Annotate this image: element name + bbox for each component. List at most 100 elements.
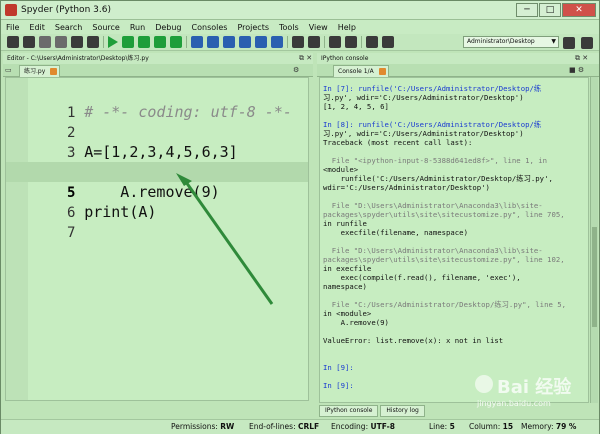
- console-line: namespace): [323, 282, 367, 291]
- status-bar: Permissions: RW End-of-lines: CRLF Encod…: [1, 419, 599, 434]
- step-return-icon[interactable]: [239, 36, 251, 48]
- preferences-wrench-icon[interactable]: [329, 36, 341, 48]
- save-all-icon[interactable]: [55, 36, 67, 48]
- menu-bar: File Edit Search Source Run Debug Consol…: [1, 20, 599, 34]
- up-arrow-icon[interactable]: [581, 37, 593, 49]
- toolbar-separator: [361, 36, 362, 48]
- window-title: Spyder (Python 3.6): [21, 5, 111, 15]
- step-into-icon[interactable]: [223, 36, 235, 48]
- console-line: execfile(filename, namespace): [323, 228, 468, 237]
- menu-projects[interactable]: Projects: [232, 23, 274, 32]
- list-icon[interactable]: [71, 36, 83, 48]
- ipython-console[interactable]: In [7]: runfile('C:/Users/Administrator/…: [319, 77, 589, 403]
- menu-search[interactable]: Search: [50, 23, 87, 32]
- menu-debug[interactable]: Debug: [150, 23, 186, 32]
- stop-debug-icon[interactable]: [271, 36, 283, 48]
- pane-options-icon[interactable]: ⧉ ✕: [299, 54, 312, 63]
- console-line: exec(compile(f.read(), filename, 'exec')…: [323, 273, 521, 282]
- working-directory-combobox[interactable]: Administrator\Desktop ▼: [463, 36, 559, 48]
- console-line: In [9]:: [323, 363, 354, 372]
- debug-icon[interactable]: [191, 36, 203, 48]
- editor-panel-title: Editor - C:\Users\Administrator\Desktop\…: [3, 53, 313, 64]
- toolbar-separator: [103, 36, 104, 48]
- run-cell-advance-icon[interactable]: [138, 36, 150, 48]
- gear-icon[interactable]: ⚙: [293, 66, 299, 74]
- at-icon[interactable]: [87, 36, 99, 48]
- menu-edit[interactable]: Edit: [24, 23, 50, 32]
- menu-file[interactable]: File: [1, 23, 24, 32]
- browse-folder-icon[interactable]: [563, 37, 575, 49]
- tab-ipython-console[interactable]: IPython console: [319, 405, 379, 417]
- run-cell-icon[interactable]: [122, 36, 134, 48]
- rerun-icon[interactable]: [170, 36, 182, 48]
- maximize-pane-icon[interactable]: [292, 36, 304, 48]
- tab-history-log[interactable]: History log: [380, 405, 425, 417]
- save-icon[interactable]: [39, 36, 51, 48]
- console-line: File "C:/Users/Administrator/Desktop/练习.…: [323, 300, 567, 309]
- status-memory: Memory: 79 %: [521, 422, 577, 431]
- console-line: In [8]: runfile('C:/Users/Administrator/…: [323, 120, 542, 129]
- step-icon[interactable]: [207, 36, 219, 48]
- toolbar-separator: [287, 36, 288, 48]
- bottom-tabbar: IPython console History log: [319, 405, 427, 417]
- watermark-url: jingyan.baidu.com: [477, 399, 551, 408]
- continue-icon[interactable]: [255, 36, 267, 48]
- toolbar-separator: [186, 36, 187, 48]
- console-scrollbar[interactable]: [590, 77, 598, 403]
- close-tab-icon[interactable]: [50, 68, 58, 75]
- spyder-app-icon: [5, 4, 17, 16]
- console-line: In [7]: runfile('C:/Users/Administrator/…: [323, 84, 542, 93]
- baidu-watermark: Bai 经验 jingyan.baidu.com: [471, 373, 595, 413]
- run-selection-icon[interactable]: [154, 36, 166, 48]
- menu-source[interactable]: Source: [87, 23, 124, 32]
- working-directory-value: Administrator\Desktop: [467, 38, 535, 45]
- arrow-head: [176, 173, 192, 186]
- menu-help[interactable]: Help: [333, 23, 361, 32]
- console-tab-label: Console 1/A: [338, 68, 374, 75]
- paw-logo-icon: [475, 375, 493, 393]
- console-line: <module>: [323, 165, 359, 174]
- status-eol: End-of-lines: CRLF: [249, 422, 320, 431]
- scrollbar-thumb[interactable]: [592, 227, 597, 327]
- editor-tabbar: ▭ 练习.py ⚙: [3, 64, 313, 77]
- console-line: ValueError: list.remove(x): x not in lis…: [323, 336, 504, 345]
- chevron-down-icon[interactable]: ▼: [551, 37, 556, 47]
- console-line: in <module>: [323, 309, 372, 318]
- stop-kernel-icon[interactable]: ■ ⚙: [569, 66, 584, 74]
- console-line: [1, 2, 4, 5, 6]: [323, 102, 389, 111]
- code-editor[interactable]: 1 # -*- coding: utf-8 -*- 2 3 A=[1,2,3,4,5…: [5, 77, 309, 401]
- browse-tabs-icon[interactable]: ▭: [5, 66, 12, 74]
- forward-arrow-icon[interactable]: [382, 36, 394, 48]
- editor-tab[interactable]: 练习.py: [19, 65, 61, 77]
- menu-tools[interactable]: Tools: [274, 23, 304, 32]
- status-column: Column: 15: [469, 422, 514, 431]
- menu-view[interactable]: View: [304, 23, 333, 32]
- open-file-icon[interactable]: [23, 36, 35, 48]
- console-line: in execfile: [323, 264, 372, 273]
- new-file-icon[interactable]: [7, 36, 19, 48]
- watermark-brand: Bai 经验: [497, 377, 572, 398]
- close-tab-icon[interactable]: [378, 68, 386, 75]
- console-panel-title: IPython console: [317, 53, 599, 64]
- minimize-button[interactable]: ─: [516, 3, 538, 17]
- console-line: in runfile: [323, 219, 367, 228]
- python-path-icon[interactable]: [345, 36, 357, 48]
- back-arrow-icon[interactable]: [366, 36, 378, 48]
- console-line: A.remove(9): [323, 318, 389, 327]
- console-line: In [9]:: [323, 381, 354, 390]
- console-tab[interactable]: Console 1/A: [333, 65, 389, 77]
- spyder-window: Spyder (Python 3.6) ─ □ ✕ File Edit Sear…: [0, 0, 600, 434]
- console-line: packages\spyder\utils\site\sitecustomize…: [323, 255, 565, 264]
- arrow-shaft: [184, 181, 274, 305]
- status-encoding: Encoding: UTF-8: [331, 422, 395, 431]
- run-icon[interactable]: [108, 36, 118, 48]
- title-bar: Spyder (Python 3.6) ─ □ ✕: [1, 1, 599, 20]
- pane-options-icon[interactable]: ⧉ ✕: [575, 54, 588, 63]
- close-button[interactable]: ✕: [562, 3, 596, 17]
- menu-consoles[interactable]: Consoles: [187, 23, 233, 32]
- fullscreen-icon[interactable]: [308, 36, 320, 48]
- console-line: runfile('C:/Users/Administrator/Desktop/…: [323, 174, 553, 183]
- menu-run[interactable]: Run: [125, 23, 150, 32]
- console-line: File "D:\Users\Administrator\Anaconda3\l…: [323, 201, 543, 210]
- maximize-button[interactable]: □: [539, 3, 561, 17]
